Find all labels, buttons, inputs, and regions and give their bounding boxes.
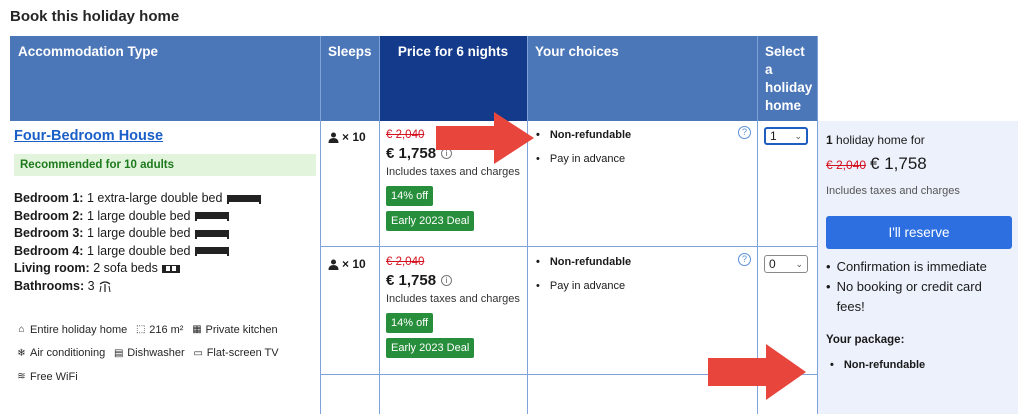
question-icon[interactable]: ?: [738, 126, 751, 139]
deal-badge: Early 2023 Deal: [386, 338, 475, 358]
bed-item: Bathrooms: 3: [14, 278, 314, 296]
benefit-item: • Confirmation is immediate: [826, 259, 987, 274]
header-sleeps: Sleeps: [320, 36, 379, 121]
facility-item: ▦ Private kitchen: [192, 323, 278, 336]
bed-item: Bedroom 4: 1 large double bed: [14, 243, 314, 261]
wifi-icon: ≋: [17, 371, 26, 382]
facility-item: ⬚ 216 m²: [136, 323, 184, 336]
house-icon: ⌂: [18, 324, 25, 335]
chevron-down-icon: ⌄: [795, 259, 803, 269]
bathroom-icon: [99, 281, 111, 292]
facility-item: ⌂ Entire holiday home: [16, 319, 127, 341]
person-icon: [328, 132, 339, 143]
bed-item: Bedroom 3: 1 large double bed: [14, 225, 314, 243]
summary-benefits: • Confirmation is immediate • No booking o…: [826, 257, 1012, 317]
benefit-item: • No booking or credit card fees!: [826, 279, 982, 314]
header-accommodation: Accommodation Type: [10, 36, 320, 121]
summary-price: € 2,040 € 1,758: [826, 154, 927, 174]
kitchen-icon: ▦: [192, 324, 202, 335]
area-icon: ⬚: [136, 324, 146, 335]
bed-icon: [194, 212, 229, 222]
summary-current-price: € 1,758: [870, 154, 927, 173]
discount-badge: 14% off: [386, 186, 434, 206]
facility-item: ≋ Free WiFi: [17, 370, 78, 383]
column-divider: [320, 36, 321, 414]
facility-list: ⌂ Entire holiday home ⬚ 216 m² ▦ Private kitc…: [16, 317, 316, 388]
choice-item: • Pay in advance: [536, 280, 626, 292]
package-title: Your package:: [826, 334, 905, 346]
taxes-note: Includes taxes and charges: [386, 166, 520, 178]
snowflake-icon: ❄: [17, 347, 26, 359]
dishwasher-icon: ▤: [113, 347, 124, 359]
header-select: Select a holiday home: [757, 36, 818, 121]
sleeps-count: × 10: [328, 130, 366, 144]
header-price: Price for 6 nights: [379, 36, 527, 121]
booking-summary-panel: 1 holiday home for € 2,040 € 1,758 Inclu…: [818, 121, 1018, 414]
annotation-arrow-icon: [436, 112, 534, 164]
sofa-bed-icon: [162, 264, 181, 273]
room-quantity-select[interactable]: 1 ⌄: [764, 127, 808, 145]
discount-badge: 14% off: [386, 313, 434, 333]
bed-icon: [194, 247, 229, 257]
info-icon[interactable]: i: [441, 275, 453, 286]
choices-cell: • Non-refundable • Pay in advance: [536, 129, 736, 165]
facility-item: ▭ Flat-screen TV: [193, 347, 279, 359]
choice-item: • Non-refundable: [536, 256, 632, 268]
facility-item: ▤ Dishwasher: [113, 347, 185, 359]
reserve-button[interactable]: I'll reserve: [826, 216, 1012, 249]
column-divider: [379, 36, 380, 414]
person-icon: [328, 259, 339, 270]
bed-item: Bedroom 1: 1 extra-large double bed: [14, 190, 314, 208]
choice-item: • Pay in advance: [536, 153, 626, 165]
accommodation-name-link[interactable]: Four-Bedroom House: [14, 128, 163, 144]
current-price: € 1,758 i: [386, 272, 524, 289]
price-cell: € 2,040 € 1,758 i Includes taxes and char…: [386, 256, 524, 358]
summary-original-price: € 2,040: [826, 158, 867, 172]
summary-count: 1 holiday home for: [826, 133, 925, 147]
sleeps-count: × 10: [328, 257, 366, 271]
bed-item: Bedroom 2: 1 large double bed: [14, 208, 314, 226]
room-quantity-select[interactable]: 0 ⌄: [764, 255, 808, 273]
annotation-arrow-icon: [708, 344, 806, 400]
choice-item: • Non-refundable: [536, 129, 632, 141]
facility-item: ❄ Air conditioning: [17, 347, 106, 359]
recommendation-banner: Recommended for 10 adults: [14, 154, 316, 176]
bed-icon: [226, 194, 261, 204]
bed-icon: [194, 229, 229, 239]
summary-taxes: Includes taxes and charges: [826, 185, 960, 197]
bed-list: Bedroom 1: 1 extra-large double bed Bedr…: [14, 190, 314, 295]
row-divider: [320, 246, 818, 247]
package-item: • Non-refundable: [830, 359, 926, 371]
taxes-note: Includes taxes and charges: [386, 293, 520, 305]
original-price: € 2,040: [386, 256, 425, 268]
choices-cell: • Non-refundable • Pay in advance: [536, 256, 736, 292]
column-divider: [527, 36, 528, 414]
deal-badge: Early 2023 Deal: [386, 211, 475, 231]
question-icon[interactable]: ?: [738, 253, 751, 266]
tv-icon: ▭: [193, 347, 203, 359]
bed-item: Living room: 2 sofa beds: [14, 260, 314, 278]
chevron-down-icon: ⌄: [794, 131, 802, 141]
page-title: Book this holiday home: [10, 8, 180, 25]
header-choices: Your choices: [527, 36, 757, 121]
